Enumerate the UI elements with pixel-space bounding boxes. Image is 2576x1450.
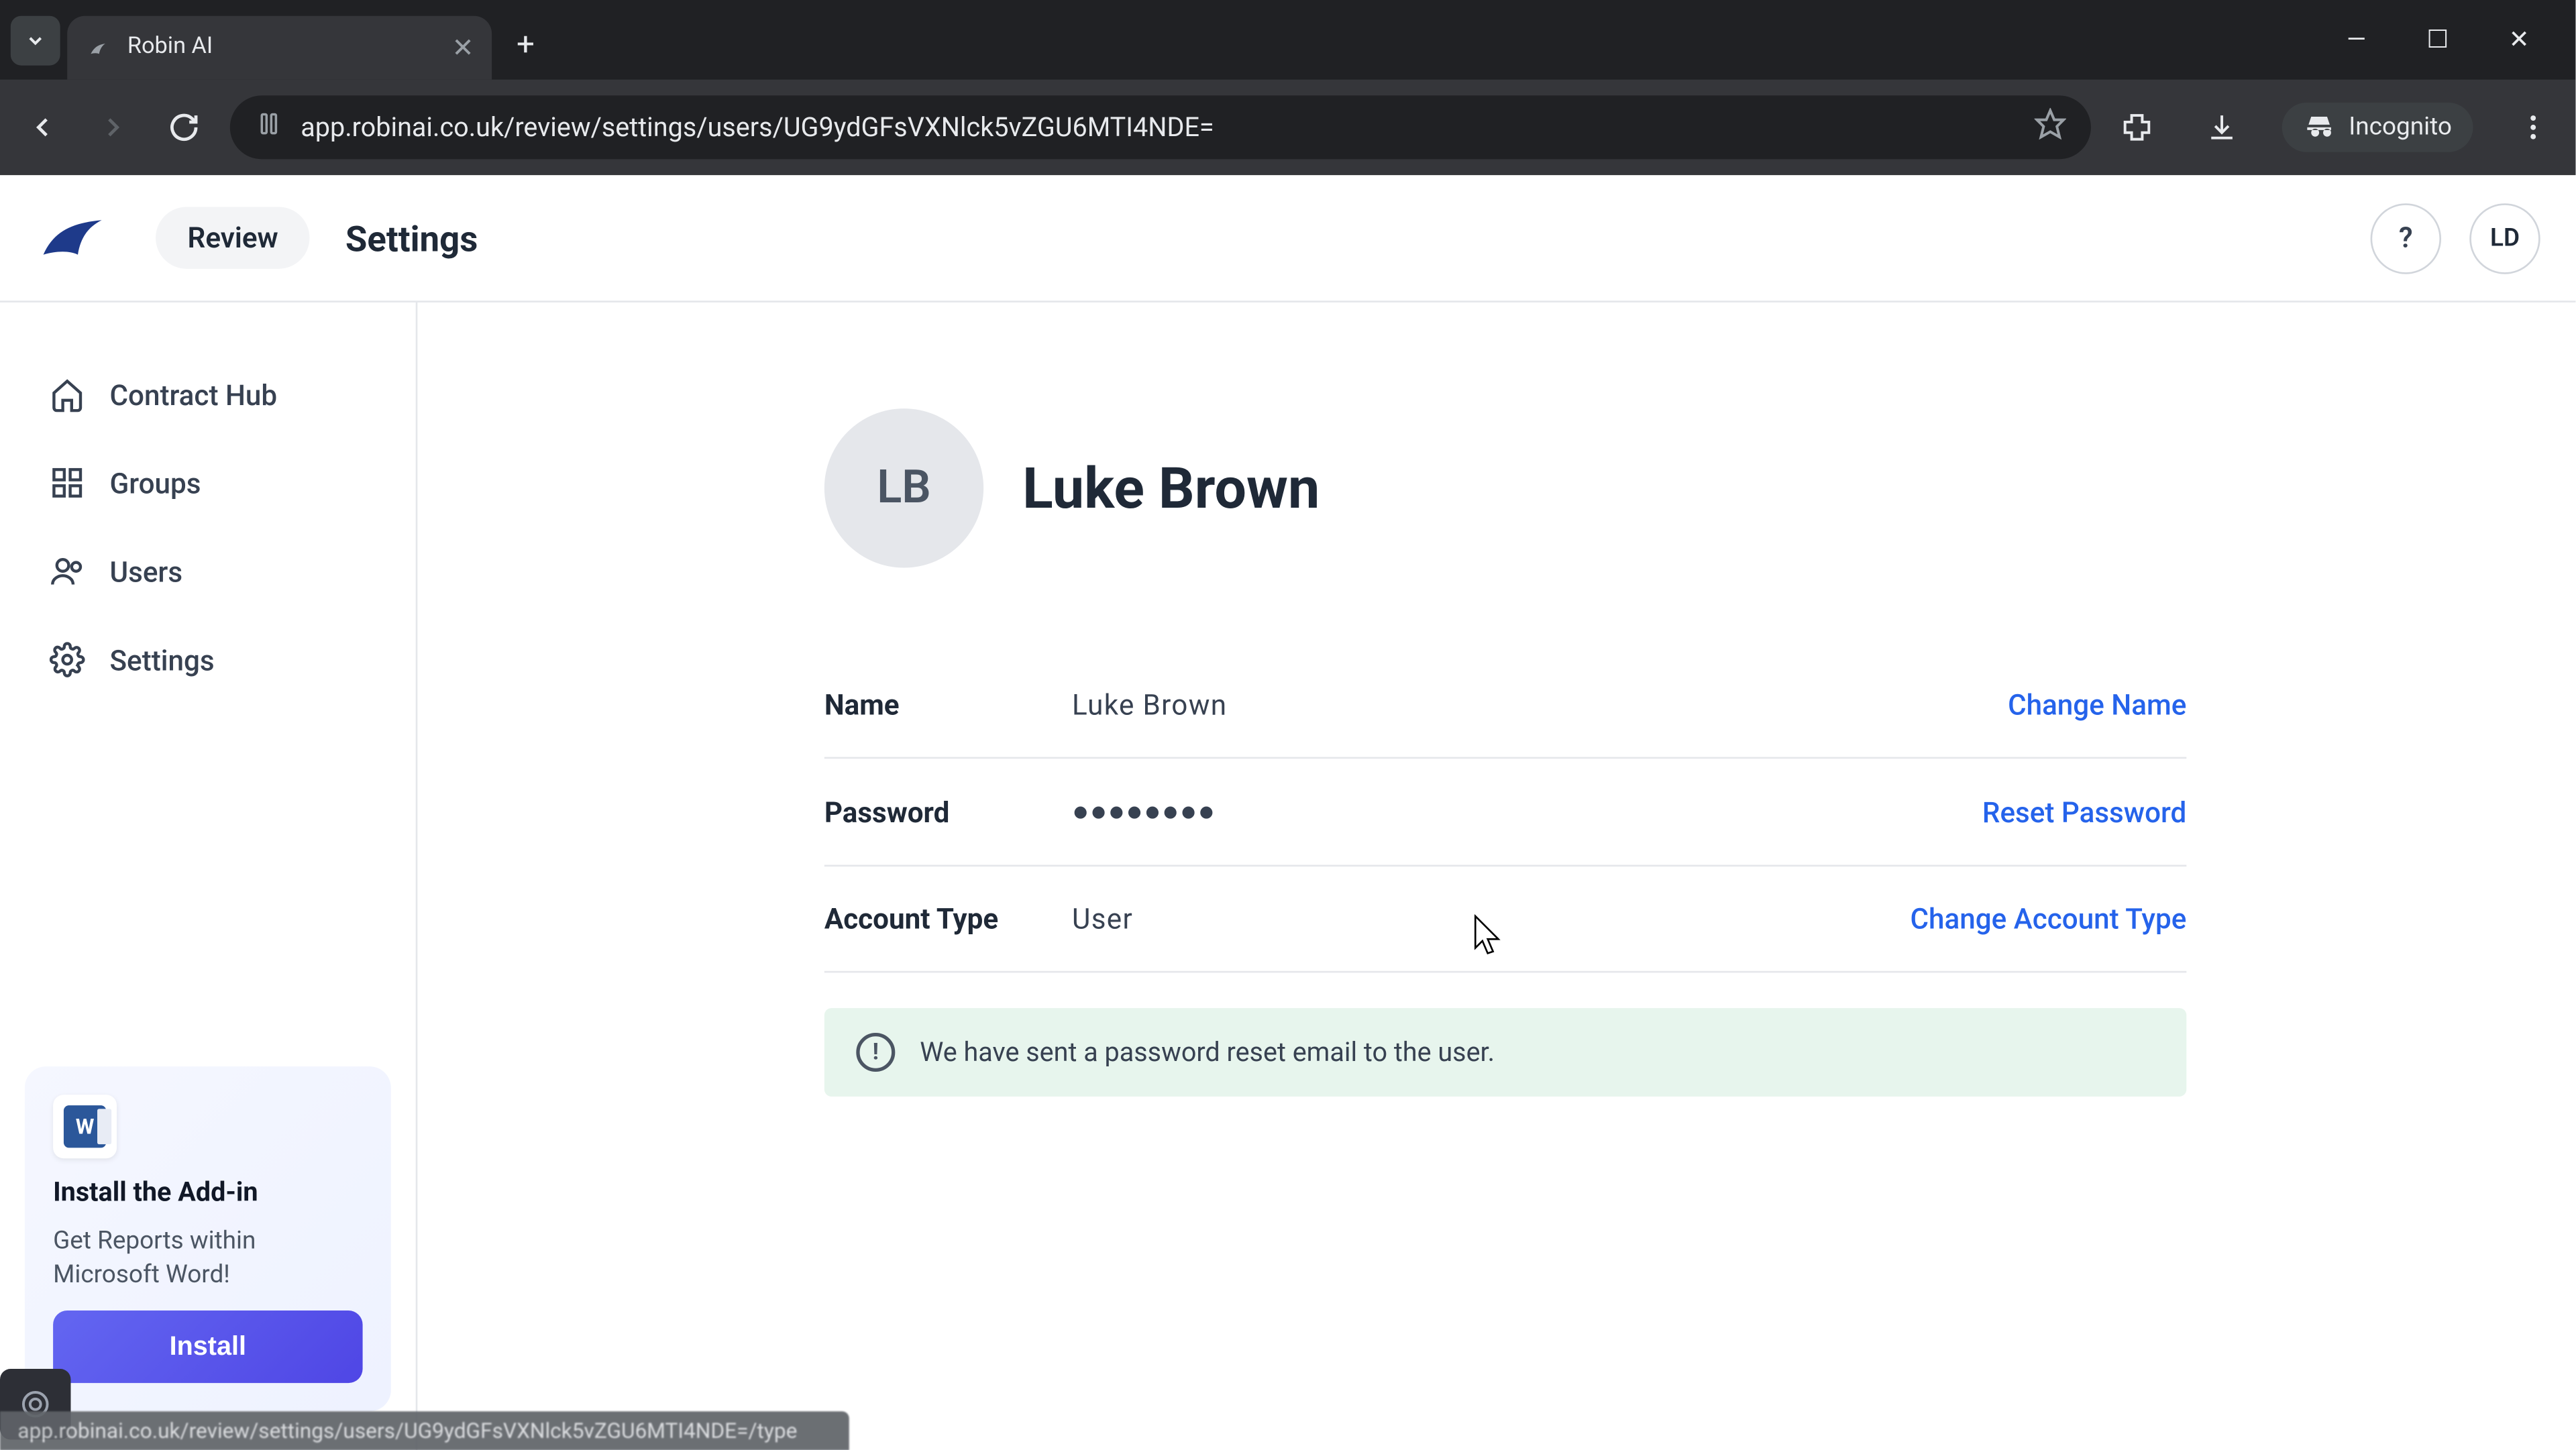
addin-title: Install the Add-in xyxy=(53,1176,362,1208)
addin-subtitle: Get Reports within Microsoft Word! xyxy=(53,1226,362,1293)
window-controls: — ☐ ✕ xyxy=(2332,25,2576,54)
sidebar-item-settings[interactable]: Settings xyxy=(25,621,391,699)
review-nav-pill[interactable]: Review xyxy=(156,207,310,269)
home-icon xyxy=(50,377,85,412)
sidebar-item-groups[interactable]: Groups xyxy=(25,444,391,522)
info-icon: ! xyxy=(856,1033,895,1072)
profile-avatar: LB xyxy=(824,408,983,567)
reset-password-link[interactable]: Reset Password xyxy=(1982,795,2186,828)
status-link-preview: app.robinai.co.uk/review/settings/users/… xyxy=(0,1411,849,1450)
site-settings-icon[interactable] xyxy=(255,109,283,145)
window-close-button[interactable]: ✕ xyxy=(2494,25,2544,54)
field-label: Name xyxy=(824,688,1072,722)
profile-full-name: Luke Brown xyxy=(1022,455,1320,522)
field-value: Luke Brown xyxy=(1072,688,2008,722)
password-reset-alert: ! We have sent a password reset email to… xyxy=(824,1008,2186,1097)
tab-title: Robin AI xyxy=(127,34,213,60)
install-addin-button[interactable]: Install xyxy=(53,1310,362,1383)
current-user-avatar[interactable]: LD xyxy=(2469,203,2540,273)
help-icon: ? xyxy=(2399,221,2413,255)
sidebar-item-label: Groups xyxy=(109,466,201,500)
browser-menu-icon[interactable] xyxy=(2508,103,2558,152)
field-label: Password xyxy=(824,795,1072,828)
brand-logo-icon[interactable] xyxy=(36,209,121,266)
help-button[interactable]: ? xyxy=(2371,203,2441,273)
browser-chrome: Robin AI ✕ + — ☐ ✕ xyxy=(0,0,2575,175)
users-icon xyxy=(50,553,85,589)
incognito-icon xyxy=(2303,111,2334,143)
downloads-icon[interactable] xyxy=(2196,103,2246,152)
tab-close-icon[interactable]: ✕ xyxy=(452,31,474,62)
field-value: ●●●●●●●● xyxy=(1072,794,1982,830)
browser-tab[interactable]: Robin AI ✕ xyxy=(67,15,492,78)
sidebar-item-label: Users xyxy=(109,555,182,588)
addin-promo-card: W Install the Add-in Get Reports within … xyxy=(25,1067,391,1412)
app-body: Contract Hub Groups Users Settings xyxy=(0,302,2575,1450)
gear-icon xyxy=(50,642,85,677)
alert-message: We have sent a password reset email to t… xyxy=(920,1036,1495,1068)
extensions-icon[interactable] xyxy=(2112,103,2161,152)
sidebar-item-label: Contract Hub xyxy=(109,378,277,411)
change-name-link[interactable]: Change Name xyxy=(2008,688,2186,722)
tab-search-caret[interactable] xyxy=(11,15,60,64)
word-glyph: W xyxy=(64,1106,106,1148)
sidebar: Contract Hub Groups Users Settings xyxy=(0,302,417,1450)
window-minimize-button[interactable]: — xyxy=(2332,25,2381,54)
favicon-icon xyxy=(85,33,113,61)
new-tab-button[interactable]: + xyxy=(499,19,553,70)
grid-icon xyxy=(50,465,85,501)
change-account-type-link[interactable]: Change Account Type xyxy=(1911,902,2187,936)
tab-strip: Robin AI ✕ + — ☐ ✕ xyxy=(0,0,2575,80)
incognito-indicator[interactable]: Incognito xyxy=(2282,103,2473,152)
field-row-account-type: Account Type User Change Account Type xyxy=(824,867,2186,972)
field-row-name: Name Luke Brown Change Name xyxy=(824,653,2186,759)
bookmark-star-icon[interactable] xyxy=(2034,108,2065,147)
nav-reload-button[interactable] xyxy=(159,103,209,152)
word-app-icon: W xyxy=(53,1095,117,1159)
address-row: app.robinai.co.uk/review/settings/users/… xyxy=(0,80,2575,175)
chevron-down-icon xyxy=(25,30,46,51)
field-value: User xyxy=(1072,902,1910,936)
field-row-password: Password ●●●●●●●● Reset Password xyxy=(824,759,2186,867)
address-bar[interactable]: app.robinai.co.uk/review/settings/users/… xyxy=(230,95,2090,159)
incognito-label: Incognito xyxy=(2349,113,2452,142)
window-maximize-button[interactable]: ☐ xyxy=(2413,25,2463,54)
address-url: app.robinai.co.uk/review/settings/users/… xyxy=(301,111,1214,143)
nav-back-button[interactable] xyxy=(17,103,67,152)
page-title: Settings xyxy=(345,217,478,259)
field-label: Account Type xyxy=(824,902,1072,936)
app-header: Review Settings ? LD xyxy=(0,175,2575,302)
sidebar-item-label: Settings xyxy=(109,643,214,677)
sidebar-item-users[interactable]: Users xyxy=(25,533,391,610)
profile-header: LB Luke Brown xyxy=(824,408,2469,567)
sidebar-item-contract-hub[interactable]: Contract Hub xyxy=(25,355,391,433)
main-content: LB Luke Brown Name Luke Brown Change Nam… xyxy=(417,302,2575,1450)
nav-forward-button[interactable] xyxy=(89,103,138,152)
